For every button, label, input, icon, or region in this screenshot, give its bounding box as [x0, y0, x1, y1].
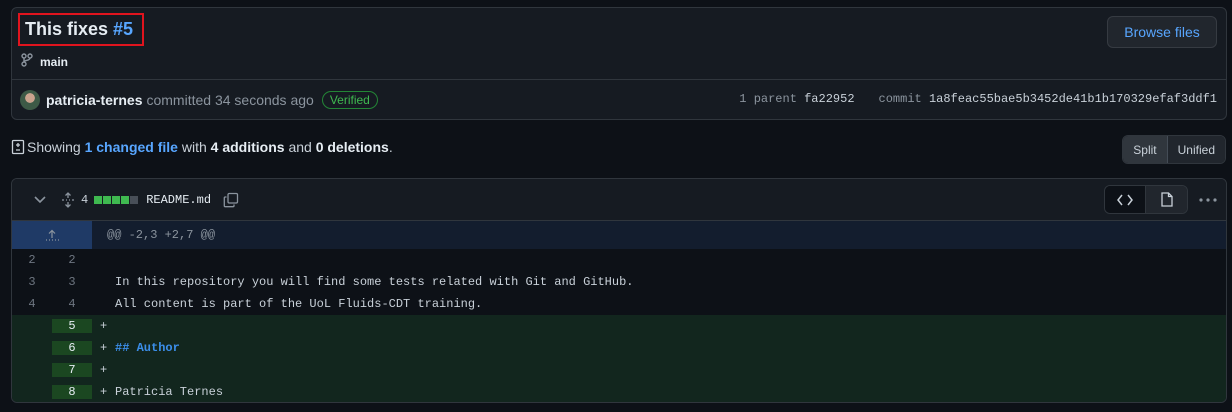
deletions-count: 0 deletions — [315, 139, 389, 155]
diff-marker: + — [100, 363, 108, 377]
avatar[interactable] — [20, 90, 40, 110]
diff-line-context: 4 4 All content is part of the UoL Fluids-… — [12, 293, 1226, 315]
commit-info: commit 1a8feac55bae5b3452de41b1b170329ef… — [879, 92, 1217, 106]
file-actions — [1104, 185, 1218, 214]
file-name[interactable]: README.md — [146, 193, 211, 207]
branch-name: main — [40, 54, 69, 69]
summary-prefix: Showing — [27, 139, 81, 155]
diff-marker: + — [100, 385, 108, 399]
parent-label: 1 parent — [739, 92, 797, 106]
diff-summary: Showing 1 changed file with 4 additions … — [11, 139, 393, 155]
diffstat-add-block — [94, 195, 103, 204]
commit-time: committed 34 seconds ago — [146, 92, 314, 108]
branch-label[interactable]: main — [21, 53, 68, 70]
verified-badge[interactable]: Verified — [321, 91, 378, 109]
diff-line-context: 3 3 In this repository you will find some … — [12, 271, 1226, 293]
new-line-number[interactable]: 3 — [52, 275, 92, 289]
hunk-text: @@ -2,3 +2,7 @@ — [107, 228, 216, 242]
diff-line-added: 5 + — [12, 315, 1226, 337]
old-line-number[interactable]: 2 — [12, 253, 52, 267]
summary-and: and — [288, 139, 312, 155]
new-line-number[interactable]: 2 — [52, 253, 92, 267]
code-line: All content is part of the UoL Fluids-CD… — [115, 297, 483, 311]
change-count: 4 — [81, 192, 89, 207]
author-link[interactable]: patricia-ternes — [46, 92, 142, 108]
diff-line-added: 8 + Patricia Ternes — [12, 381, 1226, 402]
commit-shas: 1 parent fa22952 commit 1a8feac55bae5b34… — [739, 92, 1217, 106]
code-view-icon[interactable] — [1105, 186, 1146, 213]
diff-marker: + — [100, 341, 108, 355]
code-line: In this repository you will find some te… — [115, 275, 634, 289]
new-line-number[interactable]: 7 — [52, 363, 92, 377]
additions-count: 4 additions — [210, 139, 285, 155]
parent-info: 1 parent fa22952 — [739, 92, 854, 106]
diffstat-neutral-block — [130, 195, 139, 204]
expand-all-icon[interactable] — [60, 191, 76, 208]
commit-title-area: This fixes #5 main Browse files — [12, 8, 1226, 79]
issue-link[interactable]: #5 — [113, 19, 133, 39]
diffstat-add-block — [121, 195, 130, 204]
kebab-menu-icon[interactable] — [1198, 192, 1218, 208]
code-line: Patricia Ternes — [115, 385, 224, 399]
code-line: ## Author — [115, 341, 180, 355]
git-branch-icon — [21, 53, 33, 70]
browse-files-button[interactable]: Browse files — [1107, 16, 1217, 48]
commit-title-text: This fixes — [25, 19, 109, 39]
expand-up-icon[interactable] — [12, 221, 92, 249]
commit-label: commit — [878, 92, 922, 106]
commit-meta: patricia-ternes committed 34 seconds ago… — [12, 79, 1226, 120]
summary-suffix: . — [388, 139, 393, 155]
parent-sha-link[interactable]: fa22952 — [804, 92, 854, 106]
diff-line-added: 7 + — [12, 359, 1226, 381]
new-line-number[interactable]: 8 — [52, 385, 92, 399]
split-button[interactable]: Split — [1123, 136, 1168, 163]
chevron-down-icon[interactable] — [32, 192, 48, 208]
old-line-number[interactable]: 4 — [12, 297, 52, 311]
diff-marker: + — [100, 319, 108, 333]
commit-title: This fixes #5 — [25, 19, 133, 40]
unified-button[interactable]: Unified — [1167, 136, 1225, 163]
summary-with: with — [181, 139, 207, 155]
old-line-number[interactable]: 3 — [12, 275, 52, 289]
hunk-header: @@ -2,3 +2,7 @@ — [12, 221, 1226, 249]
diff-lines: 2 2 3 3 In this repository you will find som… — [12, 249, 1226, 402]
new-line-number[interactable]: 6 — [52, 341, 92, 355]
diffstat-add-block — [112, 195, 121, 204]
file-diff: 4 README.md @@ -2,3 +2,7 @@ 2 2 3 3 In t… — [11, 178, 1227, 403]
commit-header: This fixes #5 main Browse files patricia-… — [11, 7, 1227, 120]
file-view-icon[interactable] — [1146, 186, 1187, 213]
diffstat-add-block — [103, 195, 112, 204]
new-line-number[interactable]: 4 — [52, 297, 92, 311]
view-mode-toggle — [1104, 185, 1188, 214]
diffstat-bar — [94, 195, 139, 204]
diff-view-toggle: Split Unified — [1122, 135, 1226, 164]
file-header: 4 README.md — [12, 179, 1226, 221]
diff-file-icon — [11, 139, 25, 155]
commit-sha: 1a8feac55bae5b3452de41b1b170329efaf3ddf1 — [928, 92, 1217, 106]
changed-files-link[interactable]: 1 changed file — [85, 139, 178, 155]
highlight-box: This fixes #5 — [18, 13, 144, 46]
diff-line-added: 6 + ## Author — [12, 337, 1226, 359]
copy-icon[interactable] — [223, 192, 239, 208]
diff-line-context: 22 — [12, 249, 1226, 271]
new-line-number[interactable]: 5 — [52, 319, 92, 333]
